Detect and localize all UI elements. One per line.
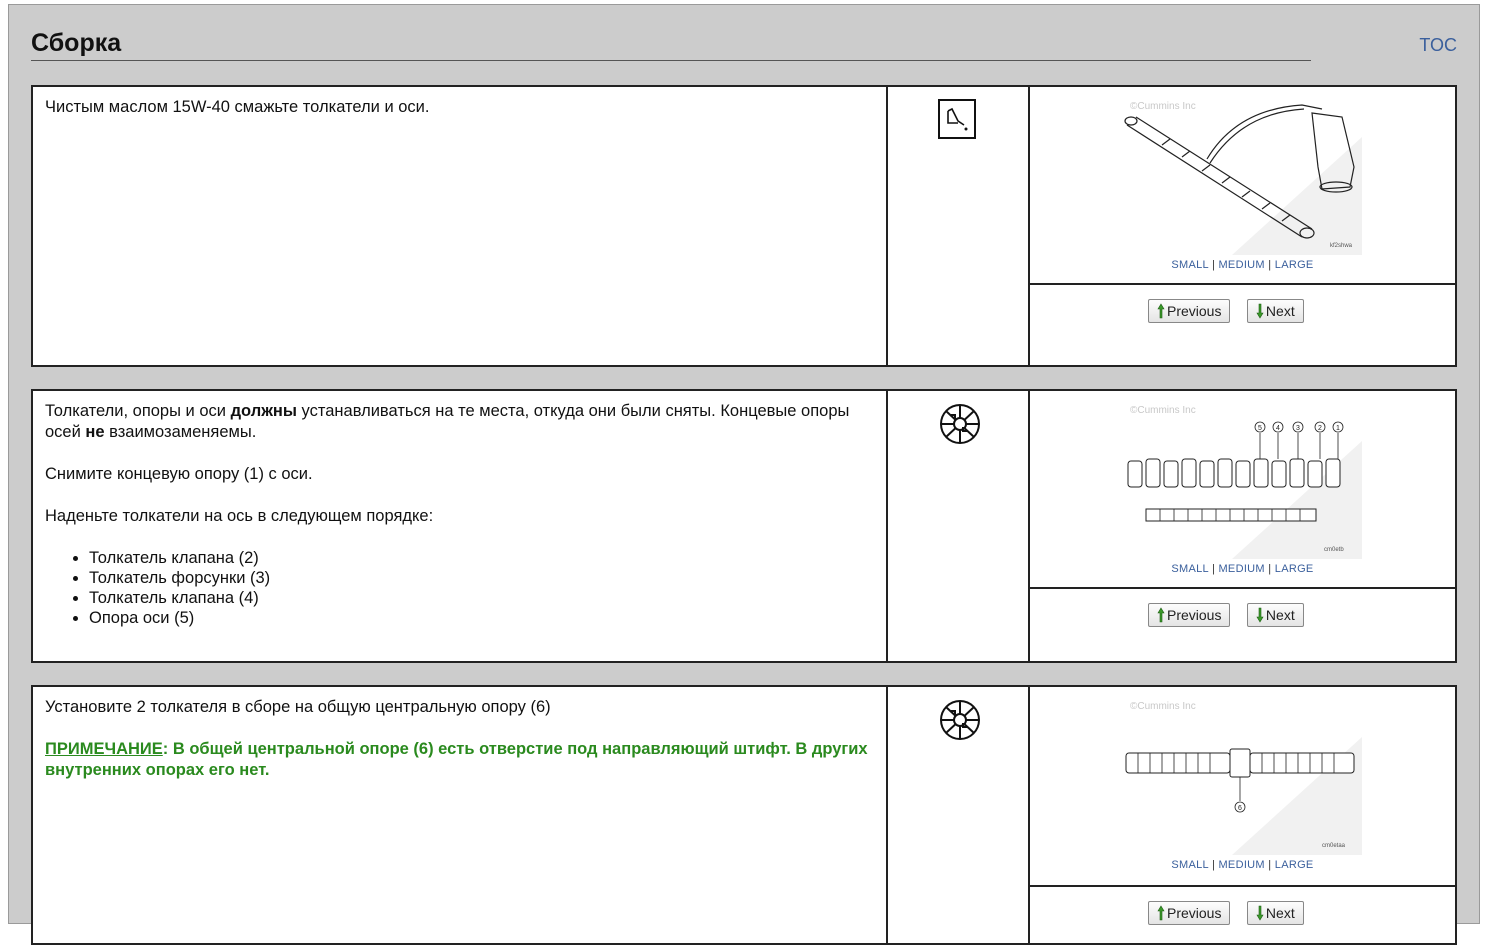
size-medium-link[interactable]: MEDIUM bbox=[1218, 859, 1264, 871]
next-button[interactable]: Next bbox=[1246, 603, 1304, 627]
size-large-link[interactable]: LARGE bbox=[1275, 259, 1314, 271]
next-button[interactable]: Next bbox=[1246, 299, 1304, 323]
step-1: Чистым маслом 15W-40 смажьте толкатели и… bbox=[31, 85, 1457, 367]
note-label: ПРИМЕЧАНИЕ bbox=[45, 740, 163, 758]
step-1-tool-cell bbox=[888, 87, 1030, 365]
step-2-media: ©Cummins Inc 5 4 3 2 1 cm0etb SMALL | ME… bbox=[1030, 391, 1455, 661]
page-frame: Сборка TOC Чистым маслом 15W-40 смажьте … bbox=[8, 4, 1480, 945]
next-label: Next bbox=[1265, 607, 1295, 623]
list-item: Толкатель форсунки (3) bbox=[89, 568, 874, 588]
size-medium-link[interactable]: MEDIUM bbox=[1218, 563, 1264, 575]
assembly-icon[interactable] bbox=[938, 403, 982, 450]
list-item: Толкатель клапана (2) bbox=[89, 548, 874, 568]
note-text: : В общей центральной опоре (6) есть отв… bbox=[45, 740, 868, 779]
list-item: Опора оси (5) bbox=[89, 608, 874, 628]
previous-label: Previous bbox=[1167, 607, 1222, 623]
step-1-text: Чистым маслом 15W-40 смажьте толкатели и… bbox=[33, 87, 888, 365]
step-2-order-list: Толкатель клапана (2) Толкатель форсунки… bbox=[45, 548, 874, 628]
step-3-nav: Previous Next bbox=[1148, 901, 1316, 925]
step-2-paragraph-2: Снимите концевую опору (1) с оси. bbox=[45, 465, 313, 483]
size-large-link[interactable]: LARGE bbox=[1275, 563, 1314, 575]
step-1-figure: ©Cummins Inc kf2shwa SMALL | MEDIUM | LA… bbox=[1030, 87, 1455, 285]
step-3-tool-cell bbox=[888, 687, 1030, 943]
callout-label: 1 bbox=[1336, 425, 1340, 432]
step-1-instruction: Чистым маслом 15W-40 смажьте толкатели и… bbox=[45, 98, 430, 116]
toc-link[interactable]: TOC bbox=[1419, 35, 1457, 56]
separator: | bbox=[1211, 259, 1216, 271]
callout-label: 3 bbox=[1296, 425, 1300, 432]
image-size-links: SMALL | MEDIUM | LARGE bbox=[1030, 859, 1455, 871]
separator: | bbox=[1211, 563, 1216, 575]
previous-button[interactable]: Previous bbox=[1148, 901, 1231, 925]
separator: | bbox=[1268, 563, 1272, 575]
step-3-media: ©Cummins Inc 6 cm0etaa SMALL | MEDIUM | … bbox=[1030, 687, 1455, 943]
arrow-up-icon bbox=[1157, 905, 1165, 921]
separator: | bbox=[1268, 859, 1272, 871]
previous-label: Previous bbox=[1167, 905, 1222, 921]
step-1-nav: Previous Next bbox=[1148, 299, 1316, 323]
arrow-up-icon bbox=[1157, 607, 1165, 623]
step-2-text: Толкатели, опоры и оси должны устанавлив… bbox=[33, 391, 888, 661]
step-2: Толкатели, опоры и оси должны устанавлив… bbox=[31, 389, 1457, 663]
callout-label: 4 bbox=[1276, 425, 1280, 432]
step-1-media: ©Cummins Inc kf2shwa SMALL | MEDIUM | LA… bbox=[1030, 87, 1455, 365]
size-small-link[interactable]: SMALL bbox=[1171, 563, 1208, 575]
rocker-lever-order-illustration[interactable]: ©Cummins Inc 5 4 3 2 1 cm0etb bbox=[1122, 401, 1362, 559]
oil-can-icon[interactable] bbox=[938, 99, 976, 144]
next-label: Next bbox=[1265, 303, 1295, 319]
step-2-figure: ©Cummins Inc 5 4 3 2 1 cm0etb SMALL | ME… bbox=[1030, 391, 1455, 589]
watermark-text: ©Cummins Inc bbox=[1130, 701, 1196, 712]
callout-label: 5 bbox=[1258, 425, 1262, 432]
step-3: Установите 2 толкателя в сборе на общую … bbox=[31, 685, 1457, 945]
rocker-shaft-oiling-illustration[interactable]: ©Cummins Inc kf2shwa bbox=[1122, 97, 1362, 255]
previous-button[interactable]: Previous bbox=[1148, 603, 1231, 627]
arrow-down-icon bbox=[1256, 607, 1264, 623]
image-size-links: SMALL | MEDIUM | LARGE bbox=[1030, 563, 1455, 575]
watermark-text: ©Cummins Inc bbox=[1130, 101, 1196, 112]
image-size-links: SMALL | MEDIUM | LARGE bbox=[1030, 259, 1455, 271]
arrow-down-icon bbox=[1256, 905, 1264, 921]
separator: | bbox=[1268, 259, 1272, 271]
size-medium-link[interactable]: MEDIUM bbox=[1218, 259, 1264, 271]
assembly-icon[interactable] bbox=[938, 699, 982, 746]
callout-label: 2 bbox=[1318, 425, 1322, 432]
step-3-text: Установите 2 толкателя в сборе на общую … bbox=[33, 687, 888, 943]
watermark-text: ©Cummins Inc bbox=[1130, 405, 1196, 416]
figure-code: cm0etaa bbox=[1322, 843, 1346, 849]
figure-code: kf2shwa bbox=[1330, 243, 1353, 249]
size-small-link[interactable]: SMALL bbox=[1171, 259, 1208, 271]
previous-button[interactable]: Previous bbox=[1148, 299, 1231, 323]
figure-code: cm0etb bbox=[1324, 547, 1344, 553]
arrow-up-icon bbox=[1157, 303, 1165, 319]
step-2-nav: Previous Next bbox=[1148, 603, 1316, 627]
next-button[interactable]: Next bbox=[1246, 901, 1304, 925]
size-small-link[interactable]: SMALL bbox=[1171, 859, 1208, 871]
center-support-illustration[interactable]: ©Cummins Inc 6 cm0etaa bbox=[1122, 697, 1362, 855]
step-2-paragraph-1: Толкатели, опоры и оси должны устанавлив… bbox=[45, 402, 850, 441]
page-title: Сборка bbox=[31, 29, 122, 57]
callout-label: 6 bbox=[1238, 805, 1242, 812]
previous-label: Previous bbox=[1167, 303, 1222, 319]
next-label: Next bbox=[1265, 905, 1295, 921]
arrow-down-icon bbox=[1256, 303, 1264, 319]
size-large-link[interactable]: LARGE bbox=[1275, 859, 1314, 871]
step-2-paragraph-3: Наденьте толкатели на ось в следующем по… bbox=[45, 507, 434, 525]
step-2-tool-cell bbox=[888, 391, 1030, 661]
separator: | bbox=[1211, 859, 1216, 871]
list-item: Толкатель клапана (4) bbox=[89, 588, 874, 608]
step-3-note: ПРИМЕЧАНИЕ: В общей центральной опоре (6… bbox=[45, 739, 874, 781]
step-3-figure: ©Cummins Inc 6 cm0etaa SMALL | MEDIUM | … bbox=[1030, 687, 1455, 887]
title-divider bbox=[31, 60, 1311, 61]
step-3-paragraph-1: Установите 2 толкателя в сборе на общую … bbox=[45, 698, 551, 716]
